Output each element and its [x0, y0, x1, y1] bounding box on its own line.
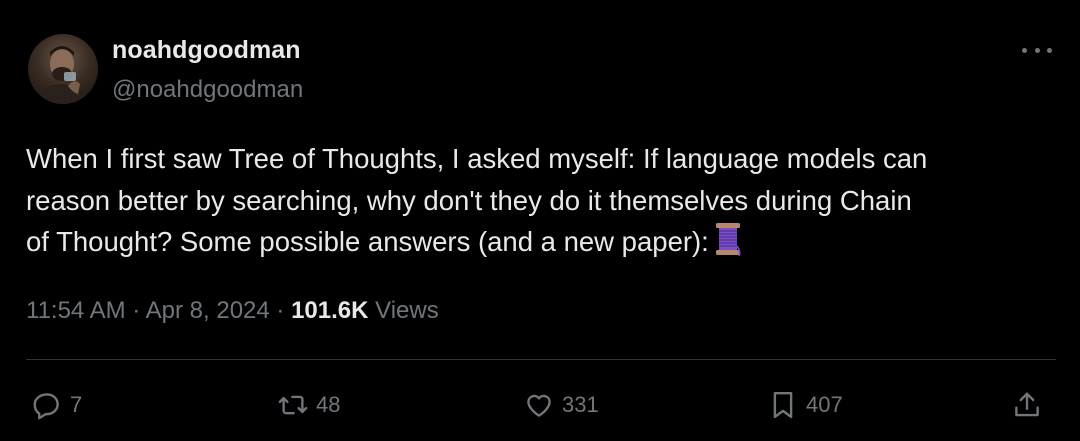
- tweet-date[interactable]: Apr 8, 2024: [146, 297, 270, 324]
- divider: [26, 359, 1056, 360]
- avatar[interactable]: [28, 34, 98, 104]
- tweet-card: noahdgoodman @noahdgoodman When I first …: [0, 0, 1080, 441]
- bookmark-icon: [773, 391, 793, 419]
- like-button[interactable]: 331: [524, 380, 599, 430]
- tweet-text-content: When I first saw Tree of Thoughts, I ask…: [26, 143, 928, 257]
- tweet-text: When I first saw Tree of Thoughts, I ask…: [26, 138, 1066, 268]
- repost-button[interactable]: 48: [278, 380, 340, 430]
- share-button[interactable]: [1012, 380, 1042, 430]
- repost-icon: [278, 395, 308, 415]
- views-label: Views: [375, 297, 439, 324]
- tweet-meta: 11:54 AM · Apr 8, 2024 · 101.6K Views: [26, 297, 439, 325]
- repost-count: 48: [316, 392, 341, 417]
- reply-icon: [33, 393, 59, 420]
- reply-button[interactable]: 7: [32, 380, 82, 430]
- spool-of-thread-icon: [715, 222, 741, 268]
- heart-icon: [527, 394, 551, 417]
- bookmark-button[interactable]: 407: [768, 380, 843, 430]
- share-icon: [1015, 392, 1039, 417]
- bookmark-count: 407: [806, 392, 843, 417]
- meta-separator: ·: [132, 297, 141, 324]
- author-handle[interactable]: @noahdgoodman: [112, 76, 303, 104]
- more-options-icon[interactable]: [1022, 38, 1052, 62]
- action-bar: 7 48 331 407: [0, 380, 1080, 430]
- like-count: 331: [562, 392, 599, 417]
- user-avatar-icon: [36, 46, 90, 104]
- reply-count: 7: [70, 392, 83, 417]
- meta-separator: ·: [276, 297, 285, 324]
- tweet-time[interactable]: 11:54 AM: [26, 297, 126, 324]
- author-display-name[interactable]: noahdgoodman: [112, 36, 301, 65]
- views-count[interactable]: 101.6K: [291, 297, 368, 324]
